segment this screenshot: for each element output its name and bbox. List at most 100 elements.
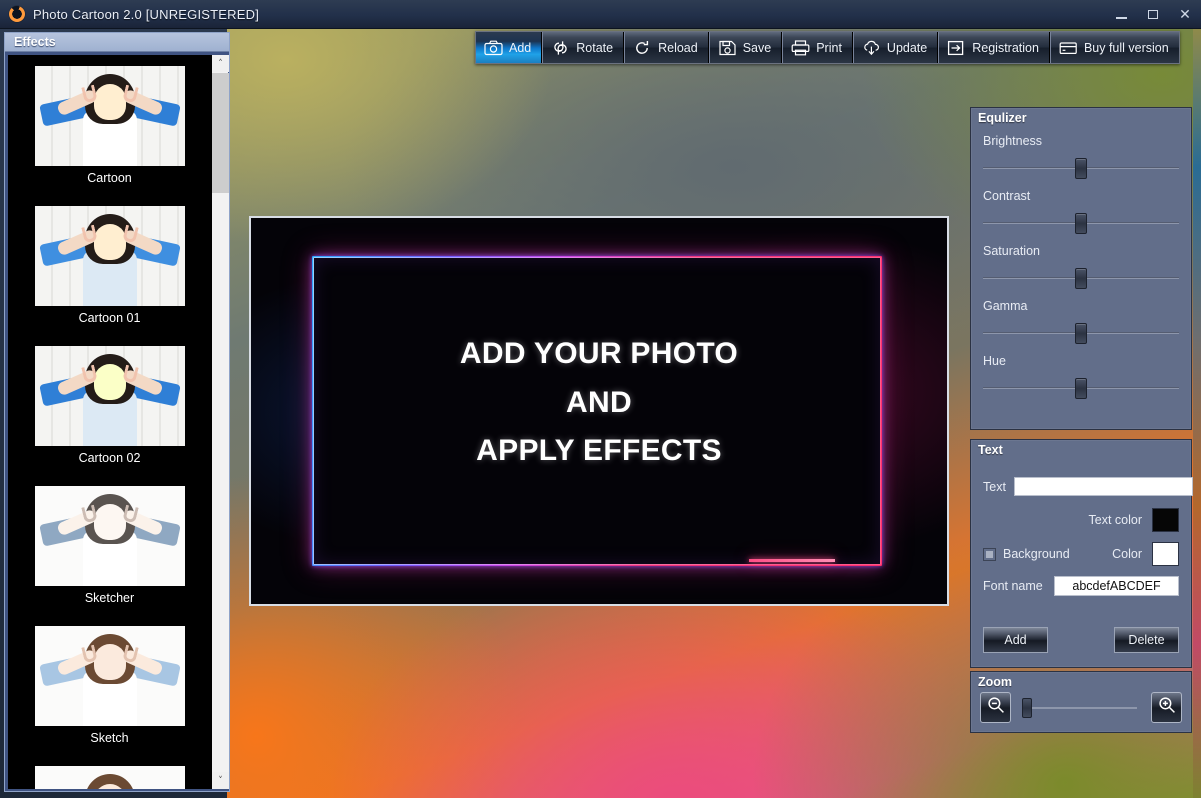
magnifier-plus-icon: [1157, 695, 1177, 720]
equalizer-row-brightness: Brightness: [983, 134, 1179, 180]
slider-label-hue: Hue: [983, 354, 1179, 368]
toolbar-button-buy-full-version[interactable]: Buy full version: [1050, 32, 1179, 63]
window-title: Photo Cartoon 2.0 [UNREGISTERED]: [33, 7, 259, 22]
zoom-slider[interactable]: [1019, 697, 1143, 719]
font-name-field[interactable]: abcdefABCDEF: [1054, 576, 1179, 596]
background-checkbox[interactable]: [983, 548, 996, 561]
slider-hue[interactable]: [983, 376, 1179, 400]
scrollbar-track[interactable]: [212, 193, 229, 772]
effect-thumbnail: [35, 206, 185, 306]
slider-brightness[interactable]: [983, 156, 1179, 180]
toolbar-label-registration: Registration: [972, 41, 1039, 55]
reload-icon: [633, 40, 652, 56]
maximize-button[interactable]: [1137, 0, 1169, 29]
text-panel-title: Text: [978, 443, 1191, 457]
scroll-up-icon[interactable]: ˄: [212, 55, 229, 72]
effect-thumbnail: [35, 626, 185, 726]
add-text-button[interactable]: Add: [983, 627, 1048, 653]
effect-thumbnail: [35, 66, 185, 166]
application-window: Photo Cartoon 2.0 [UNREGISTERED] ✕: [0, 0, 1201, 798]
title-bar: Photo Cartoon 2.0 [UNREGISTERED] ✕: [0, 0, 1201, 29]
text-panel: Text Text Text color Background Color Fo…: [970, 439, 1192, 668]
equalizer-row-saturation: Saturation: [983, 244, 1179, 290]
effect-item-sketcher[interactable]: Sketcher: [8, 475, 211, 615]
slider-thumb[interactable]: [1075, 213, 1087, 234]
effect-item-cartoon-01[interactable]: Cartoon 01: [8, 195, 211, 335]
minimize-icon: [1116, 17, 1127, 19]
zoom-panel: Zoom: [970, 671, 1192, 733]
effect-item-sketch[interactable]: Sketch: [8, 615, 211, 755]
text-color-label: Text color: [1089, 513, 1143, 527]
minimize-button[interactable]: [1105, 0, 1137, 29]
rotate-icon: [551, 40, 570, 56]
effects-list[interactable]: Cartoon Cartoon 01: [8, 55, 211, 789]
zoom-slider-thumb[interactable]: [1022, 698, 1032, 718]
slider-thumb[interactable]: [1075, 323, 1087, 344]
scrollbar-thumb[interactable]: [212, 73, 229, 193]
slider-thumb[interactable]: [1075, 158, 1087, 179]
image-preview[interactable]: ADD YOUR PHOTO AND APPLY EFFECTS: [249, 216, 949, 606]
toolbar-label-rotate: Rotate: [576, 41, 613, 55]
floppy-disk-icon: [718, 40, 737, 56]
effect-thumbnail: [35, 346, 185, 446]
effect-item-cartoon[interactable]: Cartoon: [8, 55, 211, 195]
effect-label: Sketcher: [85, 591, 134, 605]
toolbar-label-update: Update: [887, 41, 927, 55]
slider-gamma[interactable]: [983, 321, 1179, 345]
equalizer-row-contrast: Contrast: [983, 189, 1179, 235]
effects-panel: Effects Cartoon: [4, 32, 230, 792]
background-label: Background: [1003, 547, 1070, 561]
toolbar-button-reload[interactable]: Reload: [624, 32, 709, 63]
effect-label: Cartoon 01: [79, 311, 141, 325]
magnifier-minus-icon: [986, 695, 1006, 720]
background-color-swatch[interactable]: [1152, 542, 1179, 566]
text-input-row: Text: [983, 477, 1179, 496]
slider-saturation[interactable]: [983, 266, 1179, 290]
toolbar-button-print[interactable]: Print: [782, 32, 853, 63]
close-button[interactable]: ✕: [1169, 0, 1201, 29]
toolbar-button-rotate[interactable]: Rotate: [542, 32, 624, 63]
slider-thumb[interactable]: [1075, 378, 1087, 399]
toolbar-label-print: Print: [816, 41, 842, 55]
maximize-icon: [1148, 10, 1158, 19]
text-input[interactable]: [1014, 477, 1193, 496]
effects-scrollbar[interactable]: ˄ ˅: [211, 55, 228, 789]
font-name-row: Font name abcdefABCDEF: [983, 576, 1179, 596]
slider-label-gamma: Gamma: [983, 299, 1179, 313]
delete-text-button[interactable]: Delete: [1114, 627, 1179, 653]
effect-label: Cartoon: [87, 171, 131, 185]
effects-panel-title: Effects: [14, 35, 56, 49]
toolbar-button-save[interactable]: Save: [709, 32, 783, 63]
window-controls: ✕: [1105, 0, 1201, 29]
preview-line-3: APPLY EFFECTS: [251, 427, 947, 476]
neon-frame-highlight: [749, 559, 835, 562]
effect-thumbnail: [35, 486, 185, 586]
zoom-in-button[interactable]: [1151, 692, 1182, 723]
effects-panel-header: Effects: [5, 33, 229, 52]
toolbar-label-buy-full-version: Buy full version: [1084, 41, 1169, 55]
text-panel-actions: Add Delete: [983, 627, 1179, 653]
background-color-label: Color: [1112, 547, 1142, 561]
equalizer-panel: Equlizer Brightness Contrast Saturation …: [970, 107, 1192, 430]
effect-item-cartoon-02[interactable]: Cartoon 02: [8, 335, 211, 475]
text-field-label: Text: [983, 480, 1006, 494]
background-sliver: [1193, 29, 1201, 798]
slider-thumb[interactable]: [1075, 268, 1087, 289]
zoom-panel-title: Zoom: [978, 675, 1191, 689]
effect-label: Sketch: [90, 731, 128, 745]
toolbar-button-update[interactable]: Update: [853, 32, 938, 63]
text-color-swatch[interactable]: [1152, 508, 1179, 532]
zoom-slider-track: [1027, 707, 1137, 709]
arrow-into-box-icon: [947, 40, 966, 56]
preview-placeholder-text: ADD YOUR PHOTO AND APPLY EFFECTS: [251, 330, 947, 476]
slider-contrast[interactable]: [983, 211, 1179, 235]
toolbar-label-reload: Reload: [658, 41, 698, 55]
app-logo-icon: [9, 6, 25, 22]
background-row: Background Color: [983, 542, 1179, 566]
scroll-down-icon[interactable]: ˅: [212, 772, 229, 789]
camera-icon: [484, 40, 503, 56]
toolbar-button-add[interactable]: Add: [476, 32, 542, 63]
effect-item-partial[interactable]: [8, 755, 211, 789]
toolbar-button-registration[interactable]: Registration: [938, 32, 1050, 63]
zoom-out-button[interactable]: [980, 692, 1011, 723]
